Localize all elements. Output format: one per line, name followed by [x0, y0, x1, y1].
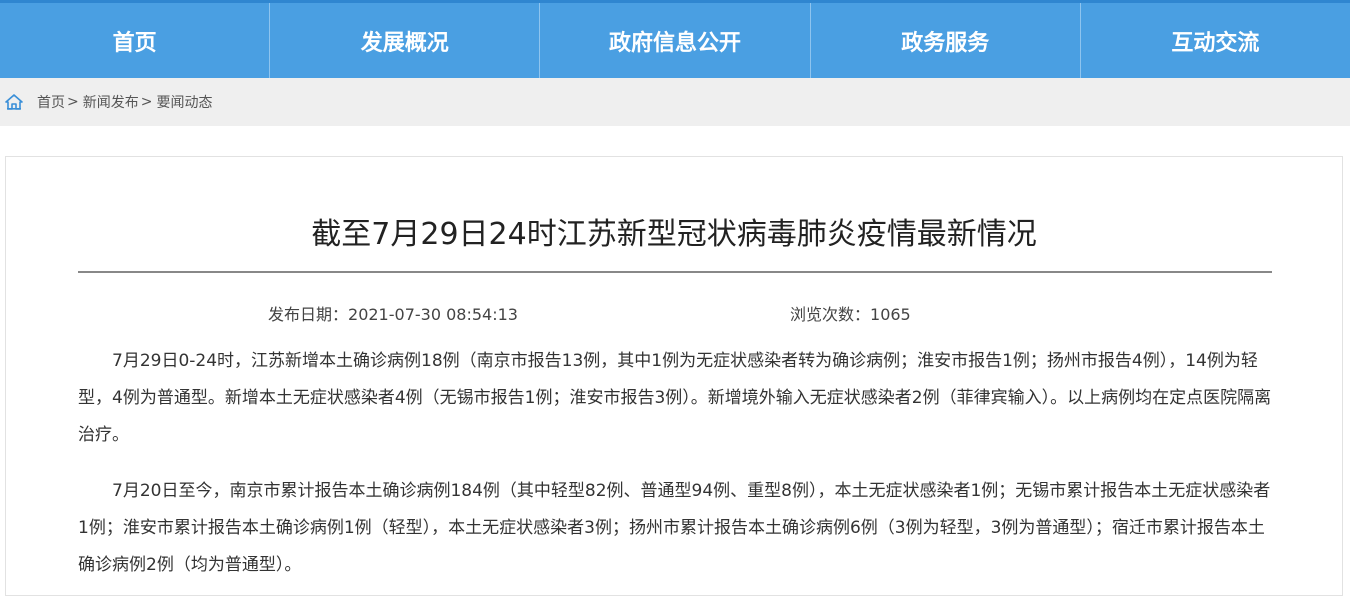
nav-item-gov-info[interactable]: 政府信息公开: [540, 3, 811, 78]
breadcrumb: 首页 > 新闻发布 > 要闻动态: [0, 78, 1350, 126]
view-count-value: 1065: [870, 305, 911, 324]
breadcrumb-key-news[interactable]: 要闻动态: [156, 92, 212, 112]
article-title: 截至7月29日24时江苏新型冠状病毒肺炎疫情最新情况: [311, 217, 1037, 252]
view-count: 浏览次数：1065: [790, 301, 911, 325]
top-nav: 首页 发展概况 政府信息公开 政务服务 互动交流: [0, 0, 1350, 78]
article-paragraph: 7月29日0-24时，江苏新增本土确诊病例18例（南京市报告13例，其中1例为无…: [78, 351, 1272, 445]
nav-item-home[interactable]: 首页: [0, 3, 271, 78]
article-paragraph: 7月20日至今，南京市累计报告本土确诊病例184例（其中轻型82例、普通型94例…: [78, 481, 1271, 575]
breadcrumb-home[interactable]: 首页: [37, 92, 65, 112]
article-body: 7月29日0-24时，江苏新增本土确诊病例18例（南京市报告13例，其中1例为无…: [78, 343, 1274, 603]
publish-date-value: 2021-07-30 08:54:13: [348, 305, 518, 324]
breadcrumb-news-release[interactable]: 新闻发布: [83, 92, 139, 112]
view-count-label: 浏览次数：: [790, 305, 871, 324]
breadcrumb-separator: >: [140, 94, 153, 110]
breadcrumb-separator: >: [67, 94, 79, 110]
article-panel: 截至7月29日24时江苏新型冠状病毒肺炎疫情最新情况 发布日期：2021-07-…: [5, 156, 1343, 596]
nav-item-interaction[interactable]: 互动交流: [1081, 3, 1350, 78]
publish-date: 发布日期：2021-07-30 08:54:13: [268, 301, 518, 325]
home-icon[interactable]: [5, 94, 23, 110]
publish-date-label: 发布日期：: [268, 305, 349, 324]
nav-item-services[interactable]: 政务服务: [811, 3, 1081, 78]
nav-item-overview[interactable]: 发展概况: [270, 3, 541, 78]
title-divider: [78, 271, 1272, 273]
